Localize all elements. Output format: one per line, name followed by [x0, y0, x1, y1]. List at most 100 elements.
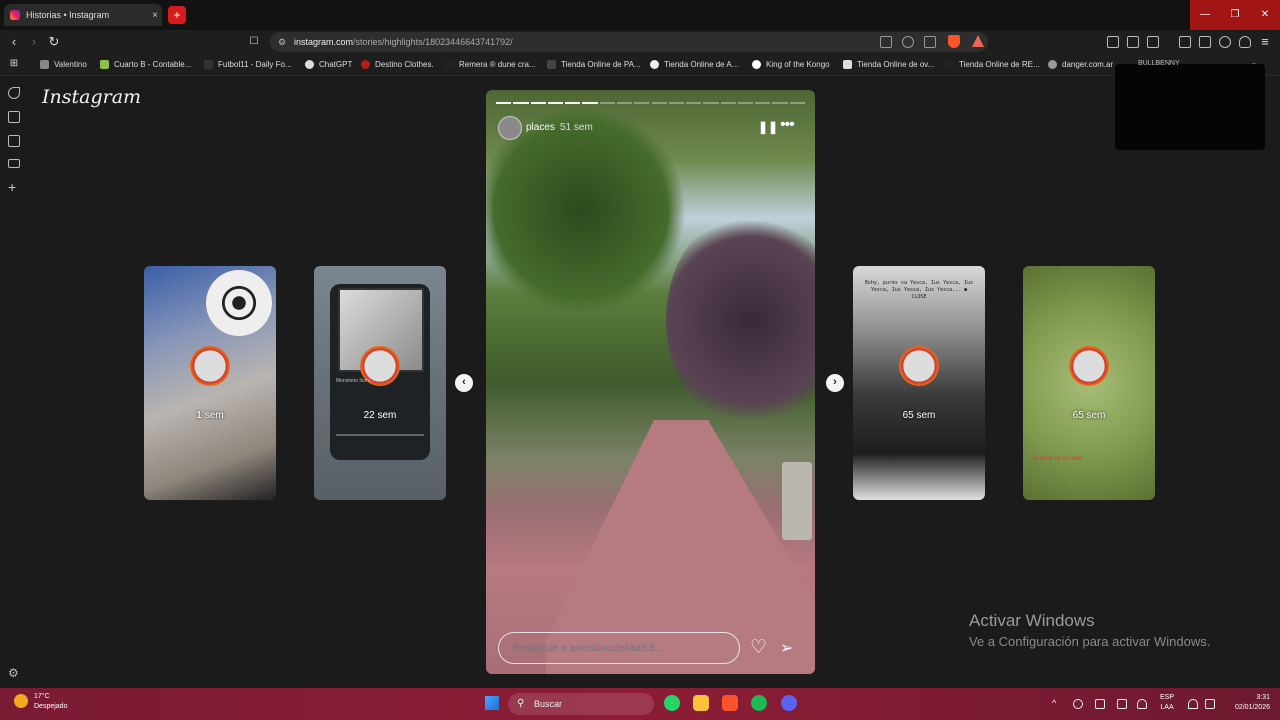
onedrive-icon[interactable]	[1073, 699, 1083, 709]
microphone-icon[interactable]	[1137, 699, 1147, 709]
new-tab-button[interactable]: +	[168, 6, 186, 24]
extension-icon[interactable]	[1127, 36, 1139, 48]
story-progress-segment	[686, 102, 702, 104]
taskbar-search[interactable]: ⚲ Buscar	[508, 693, 654, 715]
navigation-bar: ‹ › ↻ ☐ ⚙ instagram.com/stories/highligh…	[0, 30, 1280, 54]
reload-icon[interactable]: ↻	[46, 34, 62, 50]
story-progress-segment	[755, 102, 771, 104]
apps-grid-icon[interactable]: ⊞	[6, 56, 22, 72]
reply-input[interactable]	[498, 632, 740, 664]
like-heart-icon[interactable]: ♡	[750, 636, 767, 659]
bookmark-item[interactable]: Valentino	[40, 60, 87, 69]
wallet-icon[interactable]	[1199, 36, 1211, 48]
story-caption: el amor de mi vida	[1033, 456, 1083, 462]
history-sidebar-icon[interactable]	[8, 159, 20, 168]
story-progress-segment	[616, 102, 633, 104]
brave-browser-icon[interactable]	[722, 695, 738, 711]
story-progress-segment	[582, 102, 598, 104]
story-author-username[interactable]: places	[526, 122, 555, 133]
tray-overflow-icon[interactable]: ^	[1052, 698, 1056, 708]
story-progress-segment	[530, 102, 546, 104]
leo-sidebar-icon[interactable]	[8, 87, 20, 99]
minimize-button[interactable]: —	[1190, 0, 1220, 30]
story-author-avatar[interactable]	[498, 116, 522, 140]
vpn-icon[interactable]	[1239, 36, 1251, 48]
more-options-icon[interactable]: •••	[780, 116, 795, 134]
bookmark-item[interactable]: Tienda Online de ov...	[843, 60, 934, 69]
extensions-puzzle-icon[interactable]	[1147, 36, 1159, 48]
brave-shield-icon[interactable]	[948, 35, 960, 48]
story-preview-4[interactable]: 65 sem el amor de mi vida	[1023, 266, 1155, 500]
reading-list-icon[interactable]	[8, 111, 20, 123]
next-story-button[interactable]: ›	[826, 374, 844, 392]
file-explorer-icon[interactable]	[693, 695, 709, 711]
site-info-icon[interactable]: ⚙	[278, 32, 286, 52]
close-window-button[interactable]: ✕	[1250, 0, 1280, 30]
bookmark-item[interactable]: Futbol11 - Daily Fo...	[204, 60, 292, 69]
story-preview-2[interactable]: Monsterio Ilumi... 22 sem	[314, 266, 446, 500]
story-avatar	[899, 346, 939, 386]
story-progress-segment	[651, 102, 667, 104]
clock-time: 3:31	[1256, 694, 1270, 701]
story-preview-1[interactable]: 1 sem	[144, 266, 276, 500]
previous-story-button[interactable]: ‹	[455, 374, 473, 392]
cast-icon[interactable]	[880, 36, 892, 48]
bookmarks-sidebar-icon[interactable]	[8, 135, 20, 147]
story-progress-segment	[720, 102, 736, 104]
window-controls: — ❐ ✕	[1190, 0, 1280, 30]
maximize-button[interactable]: ❐	[1220, 0, 1250, 30]
clock-date: 02/01/2026	[1234, 704, 1270, 711]
tab-close-icon[interactable]: ×	[148, 10, 162, 21]
search-label: Buscar	[534, 699, 563, 709]
story-progress-segment	[737, 102, 754, 104]
whatsapp-icon[interactable]	[664, 695, 680, 711]
spotify-icon[interactable]	[751, 695, 767, 711]
add-sidebar-item-icon[interactable]: +	[8, 180, 16, 194]
bookmark-item[interactable]: danger.com.ar	[1048, 60, 1113, 69]
leo-ai-icon[interactable]	[1219, 36, 1231, 48]
bookmark-item[interactable]: Cuarto B - Contable...	[100, 60, 191, 69]
share-icon[interactable]	[924, 36, 936, 48]
zoom-icon[interactable]	[902, 36, 914, 48]
address-bar[interactable]: ⚙ instagram.com/stories/highlights/18023…	[270, 32, 988, 52]
sidebar-toggle-icon[interactable]	[1179, 36, 1191, 48]
wifi-icon[interactable]	[1188, 699, 1198, 709]
tree-image	[486, 110, 686, 310]
back-arrow-icon[interactable]: ‹	[6, 34, 22, 50]
football-image	[206, 270, 272, 336]
language-indicator[interactable]: ESP LAA	[1160, 693, 1174, 713]
discord-icon[interactable]	[781, 695, 797, 711]
translate-icon[interactable]	[1107, 36, 1119, 48]
bookmark-item[interactable]: Tienda Online de PA...	[547, 60, 641, 69]
windows-start-icon[interactable]	[485, 696, 499, 710]
bookmark-item[interactable]: ChatGPT	[305, 60, 352, 69]
menu-icon[interactable]: ≡	[1257, 34, 1273, 50]
bookmark-item[interactable]: Tienda Online de A...	[650, 60, 738, 69]
weather-widget[interactable]: 17°C Despejado	[14, 692, 67, 712]
forward-arrow-icon[interactable]: ›	[26, 34, 42, 50]
bookmark-item[interactable]: Destino Clothes.	[361, 60, 434, 69]
story-preview-3[interactable]: Bohy, purés va Yesca, Ius Yesca, Ius Yes…	[853, 266, 985, 500]
bookmark-icon[interactable]: ☐	[246, 34, 262, 50]
instagram-logo[interactable]: Instagram	[42, 86, 141, 108]
volume-icon[interactable]	[1205, 699, 1215, 709]
security-icon[interactable]	[1095, 699, 1105, 709]
bookmark-favicon-icon	[100, 60, 109, 69]
tree-image	[666, 210, 815, 430]
bookmark-item[interactable]: King of the Kongo	[752, 60, 830, 69]
bookmark-favicon-icon	[1048, 60, 1057, 69]
clock[interactable]: 3:31 02/01/2026	[1226, 693, 1270, 713]
bookmark-item[interactable]: Tienda Online de RE...	[945, 60, 1040, 69]
story-overlay-text: Bohy, purés va Yesca, Ius Yesca, Ius Yes…	[864, 280, 974, 300]
browser-tab[interactable]: Historias • Instagram ×	[4, 4, 162, 26]
popup-text: BULLBENNY	[1138, 60, 1180, 67]
story-time-ago: 22 sem	[363, 410, 397, 421]
bookmark-item[interactable]: Remera ® dune cra...	[445, 60, 536, 69]
story-progress-segment	[634, 102, 650, 104]
pause-icon[interactable]: ❚❚	[758, 120, 778, 134]
sidebar-settings-icon[interactable]: ⚙	[8, 666, 19, 680]
active-story[interactable]: places 51 sem ❚❚ ••• ♡ ➢	[486, 90, 815, 674]
usb-icon[interactable]	[1117, 699, 1127, 709]
send-icon[interactable]: ➢	[780, 638, 793, 658]
activation-watermark-title: Activar Windows	[969, 611, 1095, 630]
